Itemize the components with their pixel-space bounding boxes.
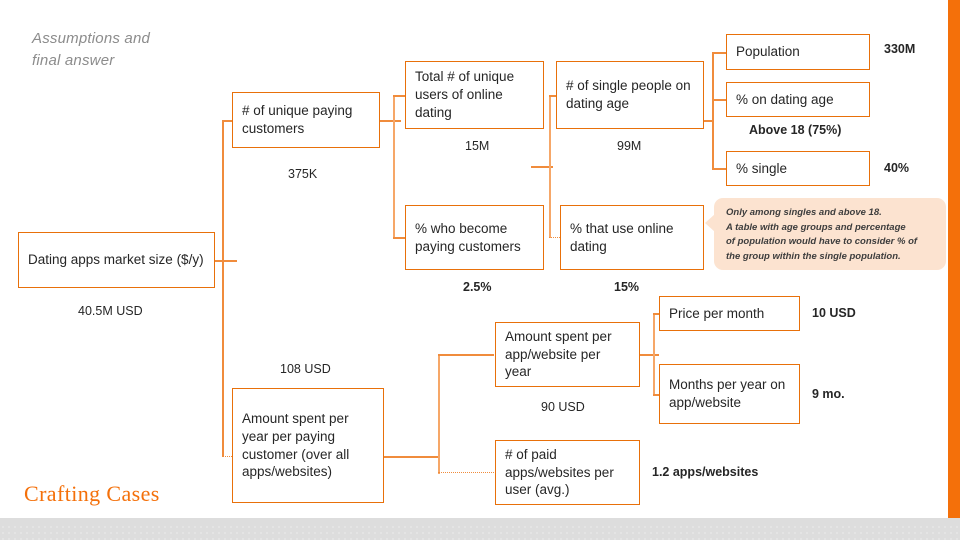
callout-line-4: the group within the single population.: [726, 251, 901, 263]
node-root-label: Dating apps market size ($/y): [28, 252, 204, 268]
callout-tail-icon: [705, 214, 715, 232]
value-pct-use-online-dating: 15%: [614, 280, 640, 294]
node-pct-single-label: % single: [736, 160, 788, 176]
node-unique-paying-customers[interactable]: # of unique paying customers: [232, 92, 380, 148]
value-price-per-month: 10 USD: [812, 306, 856, 320]
right-accent-bar: [948, 0, 960, 518]
callout-line-2: A table with age groups and percentage: [726, 221, 906, 233]
connector-l4top-to-child-1: [712, 52, 726, 54]
node-single-people-dating-age-label: # of single people on dating age: [566, 78, 691, 111]
value-months-per-year: 9 mo.: [812, 387, 845, 401]
node-unique-paying-customers-label: # of unique paying customers: [242, 103, 353, 136]
node-population[interactable]: Population: [726, 34, 870, 70]
node-price-per-month[interactable]: Price per month: [659, 296, 800, 331]
node-single-people-dating-age[interactable]: # of single people on dating age: [556, 61, 704, 129]
connector-l3bot-out: [640, 354, 659, 356]
node-pct-use-online-dating-label: % that use online dating: [570, 220, 674, 254]
node-population-label: Population: [736, 44, 800, 60]
value-pct-on-dating-age: Above 18 (75%): [749, 123, 842, 137]
brand-logo-text: Crafting Cases: [24, 481, 160, 506]
node-price-per-month-label: Price per month: [669, 305, 765, 321]
callout-note: Only among singles and above 18. A table…: [705, 198, 946, 270]
node-pct-single[interactable]: % single: [726, 151, 870, 186]
node-pct-become-paying[interactable]: % who become paying customers: [405, 205, 544, 270]
node-amount-spent-per-customer-label: Amount spent per year per paying custome…: [242, 410, 350, 480]
node-pct-on-dating-age[interactable]: % on dating age: [726, 82, 870, 117]
value-unique-paying-customers: 375K: [288, 167, 318, 181]
page-title: Assumptions and final answer: [32, 30, 151, 69]
value-total-unique-users: 15M: [465, 139, 490, 153]
value-amount-per-app-per-year: 90 USD: [541, 400, 585, 414]
node-total-unique-users-label: Total # of unique users of online dating: [415, 69, 515, 120]
callout-line-3: of population would have to consider % o…: [726, 236, 918, 248]
value-root: 40.5M USD: [78, 304, 143, 318]
connector-l2top-out: [379, 120, 401, 122]
node-paid-apps-per-user-label: # of paid apps/websites per user (avg.): [505, 446, 614, 498]
node-months-per-year-label: Months per year on app/website: [669, 377, 786, 410]
connector-root-out: [215, 260, 237, 262]
connector-l4top-to-child-3: [712, 168, 726, 170]
node-months-per-year[interactable]: Months per year on app/website: [659, 364, 800, 424]
connector-l3top-to-child-2: [549, 237, 560, 238]
slide-canvas: Assumptions and final answer Crafting Ca…: [0, 0, 960, 540]
node-amount-spent-per-customer[interactable]: Amount spent per year per paying custome…: [232, 388, 384, 503]
node-pct-use-online-dating[interactable]: % that use online dating: [560, 205, 704, 270]
node-paid-apps-per-user[interactable]: # of paid apps/websites per user (avg.): [495, 440, 640, 505]
value-amount-spent-per-customer: 108 USD: [280, 362, 331, 376]
connector-l2bot-to-child-1: [438, 354, 494, 356]
value-population: 330M: [884, 42, 916, 56]
node-amount-per-app-per-year-label: Amount spent per app/website per year: [505, 328, 612, 380]
node-total-unique-users[interactable]: Total # of unique users of online dating: [405, 61, 544, 129]
connector-l2top-trunk: [393, 95, 395, 238]
footer-dot-pattern: [0, 524, 960, 540]
node-pct-become-paying-label: % who become paying customers: [415, 220, 521, 254]
connector-l3bot-trunk: [653, 313, 655, 395]
node-amount-per-app-per-year[interactable]: Amount spent per app/website per year: [495, 322, 640, 387]
connector-root-trunk: [222, 120, 224, 456]
node-pct-on-dating-age-label: % on dating age: [736, 91, 834, 107]
callout-line-1: Only among singles and above 18.: [726, 207, 882, 218]
connector-l2bot-to-child-2: [438, 472, 494, 473]
connector-l4top-trunk: [712, 52, 714, 169]
connector-l4top-to-child-2: [712, 99, 726, 101]
value-paid-apps-per-user: 1.2 apps/websites: [652, 465, 759, 479]
node-root[interactable]: Dating apps market size ($/y): [18, 232, 215, 288]
value-single-people-dating-age: 99M: [617, 139, 642, 153]
connector-l2bot-trunk: [438, 354, 440, 474]
connector-l3top-trunk: [549, 95, 551, 238]
connector-l2bot-out: [383, 456, 438, 458]
value-pct-single: 40%: [884, 161, 910, 175]
value-pct-become-paying: 2.5%: [463, 280, 492, 294]
